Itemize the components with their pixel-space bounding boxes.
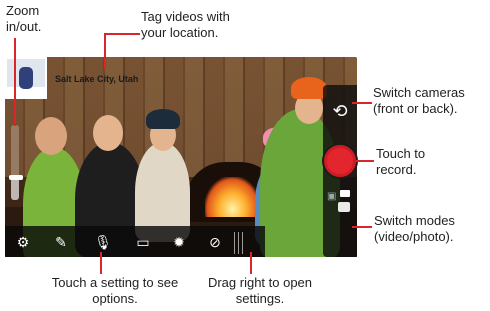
record-leader bbox=[356, 160, 374, 162]
location-icon[interactable]: ⊘ bbox=[205, 232, 225, 252]
mode-switch-knob[interactable] bbox=[338, 202, 350, 212]
mode-switch[interactable]: ▣ bbox=[327, 188, 353, 214]
zoom-level-fill bbox=[11, 177, 19, 200]
photo-mode-icon: ▣ bbox=[327, 191, 337, 202]
switch-cameras-callout: Switch cameras (front or back). bbox=[373, 85, 465, 116]
switch-modes-callout: Switch modes (video/photo). bbox=[374, 213, 455, 244]
person-center-head bbox=[93, 115, 123, 151]
camera-leader bbox=[352, 102, 372, 104]
location-label: Salt Lake City, Utah bbox=[55, 74, 139, 84]
location-thumbnail bbox=[5, 57, 47, 99]
mode-leader bbox=[352, 226, 372, 228]
settings-callout: Touch a setting to see options. bbox=[51, 275, 179, 306]
orange-beanie bbox=[291, 77, 327, 99]
person-left-head bbox=[35, 117, 67, 155]
brightness-icon[interactable]: ✹ bbox=[169, 232, 189, 252]
zoom-slider[interactable] bbox=[11, 125, 19, 200]
zoom-handle[interactable] bbox=[9, 175, 23, 180]
skier-figure bbox=[19, 67, 33, 89]
settings-leader bbox=[100, 252, 102, 274]
drag-callout: Drag right to open settings. bbox=[207, 275, 313, 306]
zoom-leader bbox=[14, 38, 16, 126]
tag-callout: Tag videos with your location. bbox=[141, 9, 230, 40]
switch-camera-button[interactable]: ⟲ bbox=[327, 98, 353, 124]
widescreen-icon[interactable]: ▭ bbox=[133, 232, 153, 252]
settings-drag-handle[interactable] bbox=[234, 232, 246, 254]
switch-camera-icon: ⟲ bbox=[332, 101, 348, 121]
record-button[interactable] bbox=[324, 145, 356, 177]
tag-leader-v bbox=[104, 33, 106, 70]
dark-beanie bbox=[146, 109, 180, 129]
record-callout: Touch to record. bbox=[376, 146, 426, 177]
microphone-icon[interactable]: 🎙 bbox=[93, 232, 113, 252]
effects-icon[interactable]: ✎ bbox=[51, 232, 71, 252]
gear-icon[interactable]: ⚙ bbox=[13, 232, 33, 252]
tag-leader-h bbox=[104, 33, 140, 35]
video-mode-icon bbox=[340, 190, 350, 197]
zoom-callout: Zoom in/out. bbox=[6, 3, 42, 34]
drag-leader bbox=[250, 252, 252, 274]
settings-bar: ⚙ ✎ 🎙 ▭ ✹ ⊘ bbox=[5, 226, 265, 257]
fire bbox=[205, 177, 260, 217]
